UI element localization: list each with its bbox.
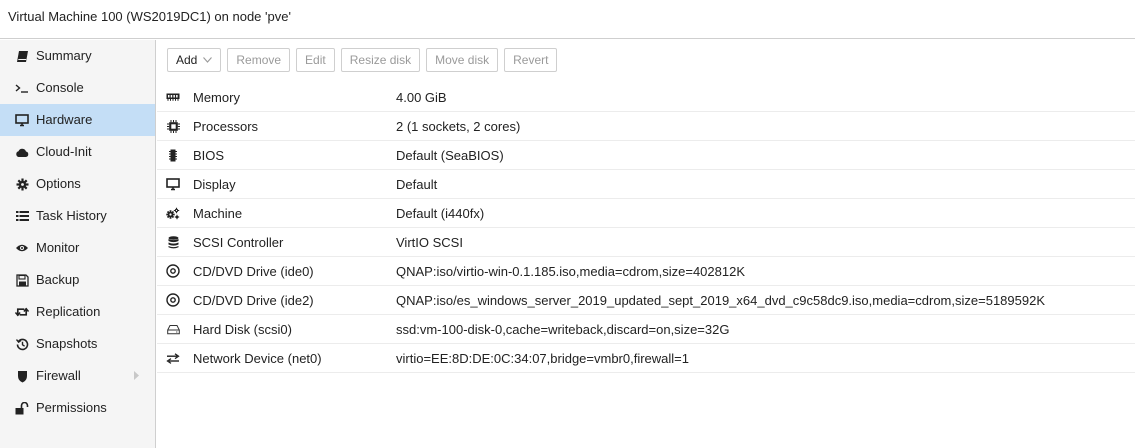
list-icon: [15, 209, 29, 223]
hardware-value: virtio=EE:8D:DE:0C:34:07,bridge=vmbr0,fi…: [396, 351, 690, 366]
retweet-icon: [15, 305, 29, 319]
remove-button[interactable]: Remove: [227, 48, 291, 72]
hardware-value: Default: [396, 177, 438, 192]
window-title: Virtual Machine 100 (WS2019DC1) on node …: [0, 0, 1135, 39]
move-disk-button[interactable]: Move disk: [426, 48, 499, 72]
sidebar-item-label: Console: [36, 80, 84, 95]
sidebar-item-snapshots[interactable]: Snapshots: [0, 328, 155, 360]
hardware-row-display[interactable]: Display Default: [157, 170, 1135, 199]
sidebar-item-options[interactable]: Options: [0, 168, 155, 200]
hardware-row-cdrom-ide2[interactable]: CD/DVD Drive (ide2) QNAP:iso/es_windows_…: [157, 286, 1135, 315]
sidebar-item-label: Replication: [36, 304, 101, 319]
hardware-value: 4.00 GiB: [396, 90, 447, 105]
hardware-row-hard-disk[interactable]: Hard Disk (scsi0) ssd:vm-100-disk-0,cach…: [157, 315, 1135, 344]
hardware-list: Memory 4.00 GiB Processors 2 (1 sockets,…: [157, 83, 1135, 373]
hardware-key: Processors: [193, 119, 259, 134]
sidebar-item-monitor[interactable]: Monitor: [0, 232, 155, 264]
history-icon: [15, 337, 29, 351]
sidebar-item-label: Backup: [36, 272, 80, 287]
sidebar-item-label: Snapshots: [36, 336, 98, 351]
hardware-row-processors[interactable]: Processors 2 (1 sockets, 2 cores): [157, 112, 1135, 141]
sidebar-item-task-history[interactable]: Task History: [0, 200, 155, 232]
cloud-icon: [15, 145, 29, 159]
hardware-key: CD/DVD Drive (ide2): [193, 293, 314, 308]
chevron-right-icon[interactable]: [134, 360, 140, 392]
sidebar-item-label: Monitor: [36, 240, 80, 255]
desktop-icon: [15, 113, 29, 127]
eye-icon: [15, 241, 29, 255]
cpu-icon: [165, 118, 181, 134]
sidebar-item-console[interactable]: Console: [0, 72, 155, 104]
revert-button[interactable]: Revert: [504, 48, 558, 72]
cdrom-icon: [165, 263, 181, 279]
hardware-key: Memory: [193, 90, 240, 105]
hardware-value: 2 (1 sockets, 2 cores): [396, 119, 521, 134]
sidebar-item-label: Permissions: [36, 400, 107, 415]
database-icon: [165, 234, 181, 250]
hardware-value: Default (i440fx): [396, 206, 485, 221]
hardware-key: SCSI Controller: [193, 235, 284, 250]
hardware-key: Machine: [193, 206, 243, 221]
cogs-icon: [165, 205, 181, 221]
sidebar-item-label: Firewall: [36, 368, 81, 383]
terminal-icon: [15, 81, 29, 95]
shield-icon: [15, 369, 29, 383]
unlock-icon: [15, 401, 29, 415]
floppy-icon: [15, 273, 29, 287]
desktop-icon: [165, 176, 181, 192]
toolbar: Add Remove Edit Resize disk Move disk Re…: [157, 40, 1135, 80]
hardware-value: QNAP:iso/virtio-win-0.1.185.iso,media=cd…: [396, 264, 746, 279]
hardware-value: QNAP:iso/es_windows_server_2019_updated_…: [396, 293, 1045, 308]
sidebar-item-permissions[interactable]: Permissions: [0, 392, 155, 424]
cdrom-icon: [165, 292, 181, 308]
add-button-label: Add: [176, 53, 198, 67]
hardware-key: Network Device (net0): [193, 351, 322, 366]
book-icon: [15, 49, 29, 63]
hardware-row-network[interactable]: Network Device (net0) virtio=EE:8D:DE:0C…: [157, 344, 1135, 373]
chevron-down-icon: [203, 57, 213, 63]
exchange-icon: [165, 350, 181, 366]
hdd-icon: [165, 321, 181, 337]
hardware-panel: Add Remove Edit Resize disk Move disk Re…: [157, 40, 1135, 448]
resize-disk-button[interactable]: Resize disk: [340, 48, 421, 72]
sidebar-item-label: Cloud-Init: [36, 144, 92, 159]
hardware-key: Hard Disk (scsi0): [193, 322, 292, 337]
sidebar-item-label: Options: [36, 176, 81, 191]
hardware-key: Display: [193, 177, 236, 192]
hardware-row-cdrom-ide0[interactable]: CD/DVD Drive (ide0) QNAP:iso/virtio-win-…: [157, 257, 1135, 286]
gear-icon: [15, 177, 29, 191]
hardware-value: Default (SeaBIOS): [396, 148, 504, 163]
add-button[interactable]: Add: [167, 48, 222, 72]
sidebar-item-summary[interactable]: Summary: [0, 40, 155, 72]
hardware-row-machine[interactable]: Machine Default (i440fx): [157, 199, 1135, 228]
sidebar-item-cloud-init[interactable]: Cloud-Init: [0, 136, 155, 168]
hardware-key: CD/DVD Drive (ide0): [193, 264, 314, 279]
hardware-row-scsi-controller[interactable]: SCSI Controller VirtIO SCSI: [157, 228, 1135, 257]
sidebar-item-label: Summary: [36, 48, 92, 63]
hardware-value: VirtIO SCSI: [396, 235, 463, 250]
sidebar-item-replication[interactable]: Replication: [0, 296, 155, 328]
sidebar-item-backup[interactable]: Backup: [0, 264, 155, 296]
sidebar-item-label: Task History: [36, 208, 107, 223]
sidebar-item-hardware[interactable]: Hardware: [0, 104, 155, 136]
edit-button[interactable]: Edit: [296, 48, 335, 72]
sidebar: Summary Console Hardware Cloud-Init Opti…: [0, 40, 156, 448]
hardware-value: ssd:vm-100-disk-0,cache=writeback,discar…: [396, 322, 730, 337]
memory-icon: [165, 89, 181, 105]
hardware-row-memory[interactable]: Memory 4.00 GiB: [157, 83, 1135, 112]
hardware-key: BIOS: [193, 148, 225, 163]
sidebar-item-firewall[interactable]: Firewall: [0, 360, 155, 392]
sidebar-item-label: Hardware: [36, 112, 93, 127]
hardware-row-bios[interactable]: BIOS Default (SeaBIOS): [157, 141, 1135, 170]
microchip-icon: [165, 147, 181, 163]
